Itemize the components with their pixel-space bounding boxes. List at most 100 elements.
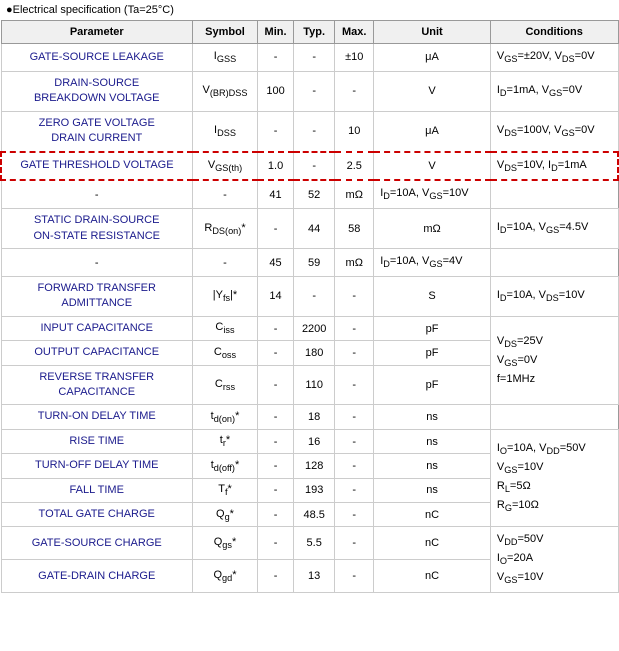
- unit-cell: S: [374, 277, 491, 317]
- min-cell: -: [258, 429, 294, 453]
- col-min: Min.: [258, 21, 294, 44]
- max-cell: 59: [294, 249, 335, 277]
- conditions-cell: ID=10A, VDS=10V: [490, 277, 618, 317]
- min-cell: -: [258, 527, 294, 560]
- symbol-cell: Qgs*: [192, 527, 257, 560]
- typ-cell: 180: [294, 341, 335, 365]
- symbol-cell: |Yfs|*: [192, 277, 257, 317]
- symbol-cell: Crss: [192, 365, 257, 405]
- typ-cell: 193: [294, 478, 335, 502]
- min-cell: -: [258, 503, 294, 527]
- typ-cell: 110: [294, 365, 335, 405]
- max-cell: -: [335, 429, 374, 453]
- max-cell: -: [335, 503, 374, 527]
- unit-cell: mΩ: [335, 249, 374, 277]
- table-row: GATE-SOURCE LEAKAGEIGSS--±10μAVGS=±20V, …: [1, 44, 618, 72]
- table-row: STATIC DRAIN-SOURCEON-STATE RESISTANCERD…: [1, 209, 618, 249]
- col-parameter: Parameter: [1, 21, 192, 44]
- typ-cell: 128: [294, 454, 335, 478]
- max-cell: 52: [294, 180, 335, 208]
- param-cell: GATE THRESHOLD VOLTAGE: [1, 152, 192, 181]
- param-cell: TURN-OFF DELAY TIME: [1, 454, 192, 478]
- param-cell: ZERO GATE VOLTAGEDRAIN CURRENT: [1, 111, 192, 151]
- min-cell: -: [258, 209, 294, 249]
- max-cell: -: [335, 365, 374, 405]
- min-cell: -: [258, 405, 294, 429]
- conditions-cell: ID=10A, VGS=4.5V: [490, 209, 618, 249]
- table-row: GATE THRESHOLD VOLTAGEVGS(th)1.0-2.5VVDS…: [1, 152, 618, 181]
- unit-cell: ns: [374, 478, 491, 502]
- table-header-row: Parameter Symbol Min. Typ. Max. Unit Con…: [1, 21, 618, 44]
- unit-cell: ns: [374, 454, 491, 478]
- min-cell: -: [258, 454, 294, 478]
- typ-cell: -: [294, 44, 335, 72]
- min-cell: -: [192, 180, 257, 208]
- param-cell: RISE TIME: [1, 429, 192, 453]
- unit-cell: mΩ: [374, 209, 491, 249]
- typ-cell: 44: [294, 209, 335, 249]
- table-row: INPUT CAPACITANCECiss-2200-pFVDS=25VVGS=…: [1, 316, 618, 340]
- symbol-cell: td(on)*: [192, 405, 257, 429]
- max-cell: 10: [335, 111, 374, 151]
- table-row: GATE-SOURCE CHARGEQgs*-5.5-nCVDD=50VIO=2…: [1, 527, 618, 560]
- unit-cell: pF: [374, 316, 491, 340]
- typ-cell: 16: [294, 429, 335, 453]
- conditions-cell: VDS=100V, VGS=0V: [490, 111, 618, 151]
- header-text: ●Electrical specification (Ta=25°C): [0, 0, 619, 20]
- conditions-cell: VGS=±20V, VDS=0V: [490, 44, 618, 72]
- conditions-cell: VDD=50VIO=20AVGS=10V: [490, 527, 618, 593]
- max-cell: -: [335, 277, 374, 317]
- param-cell: GATE-SOURCE LEAKAGE: [1, 44, 192, 72]
- typ-cell: 5.5: [294, 527, 335, 560]
- table-row: --4152mΩID=10A, VGS=10V: [1, 180, 618, 208]
- symbol-cell: Qgd*: [192, 560, 257, 593]
- min-cell: -: [192, 249, 257, 277]
- col-typ: Typ.: [294, 21, 335, 44]
- symbol-cell: Ciss: [192, 316, 257, 340]
- param-cell: GATE-DRAIN CHARGE: [1, 560, 192, 593]
- unit-cell: μA: [374, 111, 491, 151]
- param-cell: GATE-SOURCE CHARGE: [1, 527, 192, 560]
- param-cell: OUTPUT CAPACITANCE: [1, 341, 192, 365]
- typ-cell: 13: [294, 560, 335, 593]
- max-cell: -: [335, 71, 374, 111]
- typ-cell: 18: [294, 405, 335, 429]
- symbol-cell: Qg*: [192, 503, 257, 527]
- param-cell: TOTAL GATE CHARGE: [1, 503, 192, 527]
- header: ●Electrical specification (Ta=25°C): [0, 0, 619, 20]
- min-cell: -: [258, 560, 294, 593]
- table-row: RISE TIMEtr*-16-nsIO=10A, VDD=50VVGS=10V…: [1, 429, 618, 453]
- table-row: TURN-ON DELAY TIMEtd(on)*-18-ns: [1, 405, 618, 429]
- symbol-cell: V(BR)DSS: [192, 71, 257, 111]
- param-cell: INPUT CAPACITANCE: [1, 316, 192, 340]
- min-cell: -: [258, 341, 294, 365]
- symbol-cell: Tf*: [192, 478, 257, 502]
- symbol-cell: tr*: [192, 429, 257, 453]
- max-cell: -: [335, 527, 374, 560]
- min-cell: -: [258, 111, 294, 151]
- unit-cell: V: [374, 152, 491, 181]
- param-cell: FORWARD TRANSFERADMITTANCE: [1, 277, 192, 317]
- conditions-cell: IO=10A, VDD=50VVGS=10VRL=5ΩRG=10Ω: [490, 429, 618, 527]
- max-cell: 58: [335, 209, 374, 249]
- conditions-cell: ID=10A, VGS=10V: [374, 180, 491, 208]
- unit-cell: nC: [374, 527, 491, 560]
- typ-cell: 45: [258, 249, 294, 277]
- min-cell: 1.0: [258, 152, 294, 181]
- max-cell: -: [335, 478, 374, 502]
- table-row: ZERO GATE VOLTAGEDRAIN CURRENTIDSS--10μA…: [1, 111, 618, 151]
- unit-cell: ns: [374, 429, 491, 453]
- conditions-cell: VDS=25VVGS=0Vf=1MHz: [490, 316, 618, 405]
- symbol-cell: -: [1, 180, 192, 208]
- param-cell: DRAIN-SOURCEBREAKDOWN VOLTAGE: [1, 71, 192, 111]
- min-cell: -: [258, 44, 294, 72]
- unit-cell: pF: [374, 365, 491, 405]
- table-row: FORWARD TRANSFERADMITTANCE|Yfs|*14--SID=…: [1, 277, 618, 317]
- param-cell: STATIC DRAIN-SOURCEON-STATE RESISTANCE: [1, 209, 192, 249]
- param-cell: REVERSE TRANSFERCAPACITANCE: [1, 365, 192, 405]
- symbol-cell: td(off)*: [192, 454, 257, 478]
- col-max: Max.: [335, 21, 374, 44]
- symbol-cell: RDS(on)*: [192, 209, 257, 249]
- param-cell: TURN-ON DELAY TIME: [1, 405, 192, 429]
- typ-cell: -: [294, 71, 335, 111]
